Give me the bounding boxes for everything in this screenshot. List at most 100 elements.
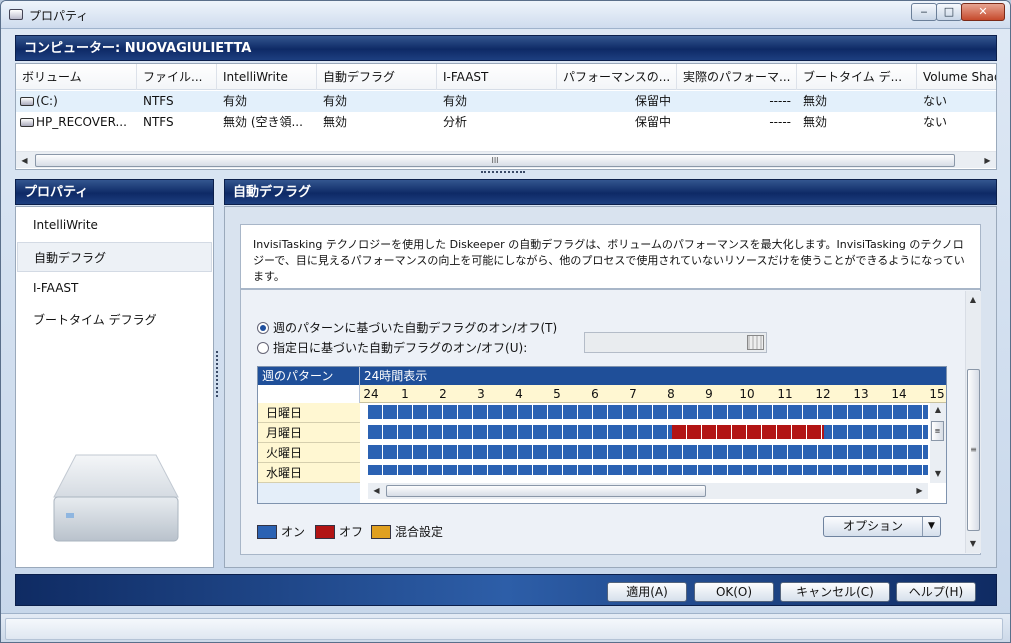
autodefrag-cell: 有効: [323, 94, 348, 108]
boot-time-cell: 無効: [803, 115, 828, 129]
scroll-thumb[interactable]: ≡: [931, 421, 944, 441]
hour-label: 11: [777, 387, 793, 401]
drive-icon: [20, 97, 34, 106]
schedule-row-on[interactable]: [368, 405, 928, 419]
properties-nav: IntelliWrite 自動デフラグ I-FAAST ブートタイム デフラグ: [15, 206, 214, 568]
date-field[interactable]: [584, 332, 767, 353]
maximize-button[interactable]: □: [936, 3, 962, 21]
autodefrag-description: InvisiTasking テクノロジーを使用した Diskeeper の自動デ…: [240, 224, 981, 289]
hour-label: 1: [401, 387, 409, 401]
horizontal-splitter[interactable]: [481, 171, 525, 177]
legend-label: 混合設定: [395, 525, 444, 539]
scroll-right-arrow[interactable]: ▶: [911, 483, 928, 499]
autodefrag-header: 自動デフラグ: [224, 179, 997, 205]
table-row[interactable]: HP_RECOVER... NTFS 無効 (空き領... 無効 分析 保留中 …: [16, 112, 996, 133]
schedule-block-off[interactable]: [672, 425, 824, 439]
legend-mixed: 混合設定: [371, 523, 443, 540]
column-header-intelliwrite[interactable]: IntelliWrite: [217, 64, 317, 90]
schedule-panel: 週のパターンに基づいた自動デフラグのオン/オフ(T) 指定日に基づいた自動デフラ…: [240, 289, 981, 555]
radio-button-selected[interactable]: [257, 322, 269, 334]
hour-label: 8: [667, 387, 675, 401]
grid-mode-label[interactable]: 24時間表示: [364, 367, 427, 385]
column-header-ifaast[interactable]: I-FAAST: [437, 64, 557, 90]
window-title: プロパティ: [29, 9, 89, 23]
scroll-up-arrow[interactable]: ▲: [966, 291, 980, 307]
legend-off: オフ: [315, 523, 363, 540]
hour-label: 5: [553, 387, 561, 401]
grid-hscrollbar[interactable]: ◀ ▶: [368, 483, 928, 499]
hour-label: 12: [815, 387, 831, 401]
minimize-button[interactable]: ‒: [911, 3, 937, 21]
column-header-volume-shadow[interactable]: Volume Shad: [917, 64, 996, 90]
column-header-performance[interactable]: パフォーマンスの...: [557, 64, 677, 90]
column-header-boot-time[interactable]: ブートタイム デ...: [797, 64, 917, 90]
radio-date-based[interactable]: 指定日に基づいた自動デフラグのオン/オフ(U):: [257, 339, 527, 356]
actual-performance-cell: -----: [769, 115, 791, 129]
radio-date-label: 指定日に基づいた自動デフラグのオン/オフ(U):: [273, 341, 528, 355]
volume-shadow-cell: ない: [923, 115, 948, 129]
performance-cell: 保留中: [634, 94, 671, 108]
calendar-icon[interactable]: [747, 335, 764, 350]
apply-button[interactable]: 適用(A): [607, 582, 687, 602]
title-bar[interactable]: プロパティ ‒ □ ✕: [1, 1, 1010, 29]
grid-header: 週のパターン 24時間表示: [258, 367, 946, 503]
schedule-row-on[interactable]: [368, 465, 928, 475]
cancel-button[interactable]: キャンセル(C): [780, 582, 890, 602]
scroll-left-arrow[interactable]: ◀: [368, 483, 385, 499]
volume-name: HP_RECOVER...: [36, 115, 127, 129]
autodefrag-panel: InvisiTasking テクノロジーを使用した Diskeeper の自動デ…: [224, 206, 997, 568]
hour-label: 10: [739, 387, 755, 401]
filesystem-cell: NTFS: [143, 94, 174, 108]
day-label: 日曜日: [258, 403, 360, 423]
grid-corner-label: 週のパターン: [262, 369, 334, 383]
scroll-down-arrow[interactable]: ▼: [930, 467, 946, 481]
volume-name: (C:): [36, 94, 58, 108]
computer-header: コンピューター: NUOVAGIULIETTA: [15, 35, 997, 61]
column-header-volume[interactable]: ボリューム: [16, 64, 137, 90]
schedule-blocks[interactable]: [368, 405, 928, 477]
scroll-up-arrow[interactable]: ▲: [930, 403, 946, 417]
schedule-row-on[interactable]: [368, 425, 928, 439]
help-button[interactable]: ヘルプ(H): [896, 582, 976, 602]
hour-label: 4: [515, 387, 523, 401]
hour-label: 3: [477, 387, 485, 401]
close-button[interactable]: ✕: [961, 3, 1005, 21]
volume-list-hscrollbar[interactable]: ◀ III ▶: [16, 151, 996, 168]
radio-button[interactable]: [257, 342, 269, 354]
chevron-down-icon[interactable]: ▼: [922, 517, 940, 536]
hour-label: 14: [891, 387, 907, 401]
nav-item-intelliwrite[interactable]: IntelliWrite: [17, 210, 212, 240]
hour-ruler: 24 1 2 3 4 5 6 7 8 9 10 11 12 13 14 15: [360, 385, 946, 403]
legend-label: オン: [281, 525, 306, 539]
scroll-right-arrow[interactable]: ▶: [979, 152, 996, 169]
status-bar: [1, 613, 1010, 642]
hour-label: 13: [853, 387, 869, 401]
options-button[interactable]: オプション ▼: [823, 516, 941, 537]
scroll-thumb[interactable]: III: [35, 154, 955, 167]
schedule-row-on[interactable]: [368, 445, 928, 459]
nav-item-autodefrag[interactable]: 自動デフラグ: [17, 242, 212, 272]
radio-weekly-label: 週のパターンに基づいた自動デフラグのオン/オフ(T): [273, 321, 558, 335]
scroll-left-arrow[interactable]: ◀: [16, 152, 33, 169]
options-label: オプション: [842, 519, 903, 533]
scroll-thumb[interactable]: ≡: [967, 369, 980, 531]
scroll-thumb[interactable]: [386, 485, 706, 497]
table-row[interactable]: (C:) NTFS 有効 有効 有効 保留中 ----- 無効 ない: [16, 91, 996, 112]
nav-item-ifaast[interactable]: I-FAAST: [17, 273, 212, 303]
radio-weekly-pattern[interactable]: 週のパターンに基づいた自動デフラグのオン/オフ(T): [257, 319, 557, 336]
legend-on: オン: [257, 523, 305, 540]
nav-item-boottime-defrag[interactable]: ブートタイム デフラグ: [17, 305, 212, 335]
column-header-filesystem[interactable]: ファイル...: [137, 64, 217, 90]
grid-vscrollbar[interactable]: ▲ ≡ ▼: [930, 403, 946, 483]
drive-icon: [20, 118, 34, 127]
scroll-down-arrow[interactable]: ▼: [966, 535, 980, 551]
vertical-splitter[interactable]: [216, 351, 220, 397]
ok-button[interactable]: OK(O): [694, 582, 774, 602]
hour-label: 24: [363, 387, 379, 401]
intelliwrite-cell: 有効: [223, 94, 248, 108]
autodefrag-cell: 無効: [323, 115, 348, 129]
column-header-autodefrag[interactable]: 自動デフラグ: [317, 64, 437, 90]
column-header-actual-performance[interactable]: 実際のパフォーマ...: [677, 64, 797, 90]
hour-label: 2: [439, 387, 447, 401]
panel-vscrollbar[interactable]: ▲ ≡ ▼: [965, 291, 981, 553]
